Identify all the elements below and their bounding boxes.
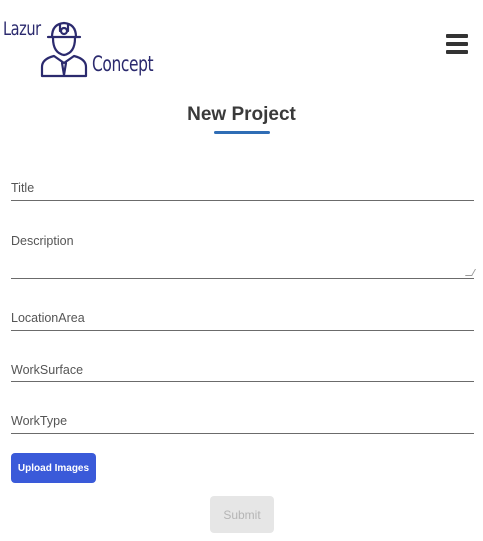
- logo-word-lazur: Lazur: [3, 18, 41, 40]
- work-surface-input[interactable]: [11, 362, 474, 379]
- title-underline: [214, 131, 270, 134]
- engineer-icon: [40, 21, 88, 78]
- title-field[interactable]: Title: [11, 176, 474, 201]
- page-title: New Project: [187, 104, 296, 125]
- logo-word-concept: Concept: [92, 52, 154, 76]
- description-field[interactable]: Description: [11, 228, 477, 279]
- menu-bar: [446, 50, 468, 54]
- work-type-field[interactable]: WorkType: [11, 409, 474, 434]
- upload-images-button[interactable]: Upload Images: [11, 453, 96, 483]
- menu-bar: [446, 34, 468, 38]
- new-project-page: Lazur Concept New Project Title Descript…: [0, 0, 483, 541]
- location-area-field[interactable]: LocationArea: [11, 306, 474, 331]
- hamburger-menu-icon[interactable]: [446, 34, 468, 54]
- menu-bar: [446, 42, 468, 46]
- logo[interactable]: Lazur Concept: [3, 16, 163, 80]
- location-area-input[interactable]: [11, 310, 474, 328]
- description-textarea[interactable]: [11, 232, 474, 276]
- work-surface-field[interactable]: WorkSurface: [11, 358, 474, 382]
- work-type-input[interactable]: [11, 413, 474, 431]
- submit-button[interactable]: Submit: [210, 496, 274, 533]
- title-input[interactable]: [11, 180, 474, 198]
